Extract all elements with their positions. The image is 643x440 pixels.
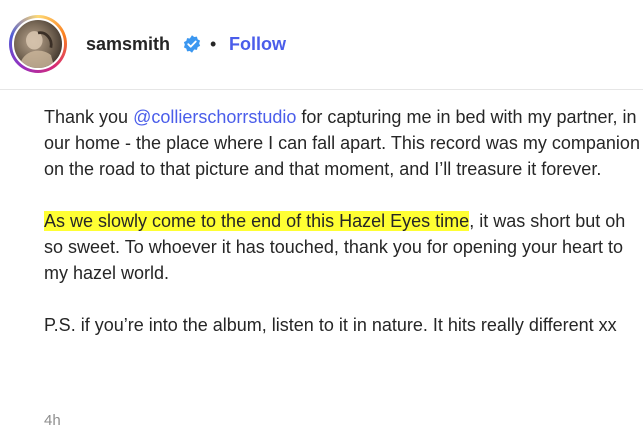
avatar-image — [12, 18, 64, 70]
post-caption: Thank you @collierschorrstudio for captu… — [44, 104, 640, 364]
follow-button[interactable]: Follow — [229, 33, 286, 55]
username[interactable]: samsmith — [86, 33, 170, 55]
caption-text: Thank you — [44, 107, 134, 127]
verified-badge-icon — [183, 35, 201, 53]
caption-text: P.S. if you’re into the album, listen to… — [44, 315, 617, 335]
caption-paragraph: As we slowly come to the end of this Haz… — [44, 208, 640, 286]
caption-paragraph: Thank you @collierschorrstudio for captu… — [44, 104, 640, 182]
avatar-photo-icon — [17, 31, 55, 68]
avatar[interactable] — [9, 15, 67, 73]
post-timestamp[interactable]: 4h — [44, 411, 61, 431]
separator-dot: • — [210, 34, 217, 54]
post-header: samsmith • Follow — [0, 0, 643, 90]
caption-paragraph: P.S. if you’re into the album, listen to… — [44, 312, 640, 338]
mention-link[interactable]: @collierschorrstudio — [133, 107, 296, 127]
highlighted-text: As we slowly come to the end of this Haz… — [44, 211, 470, 231]
